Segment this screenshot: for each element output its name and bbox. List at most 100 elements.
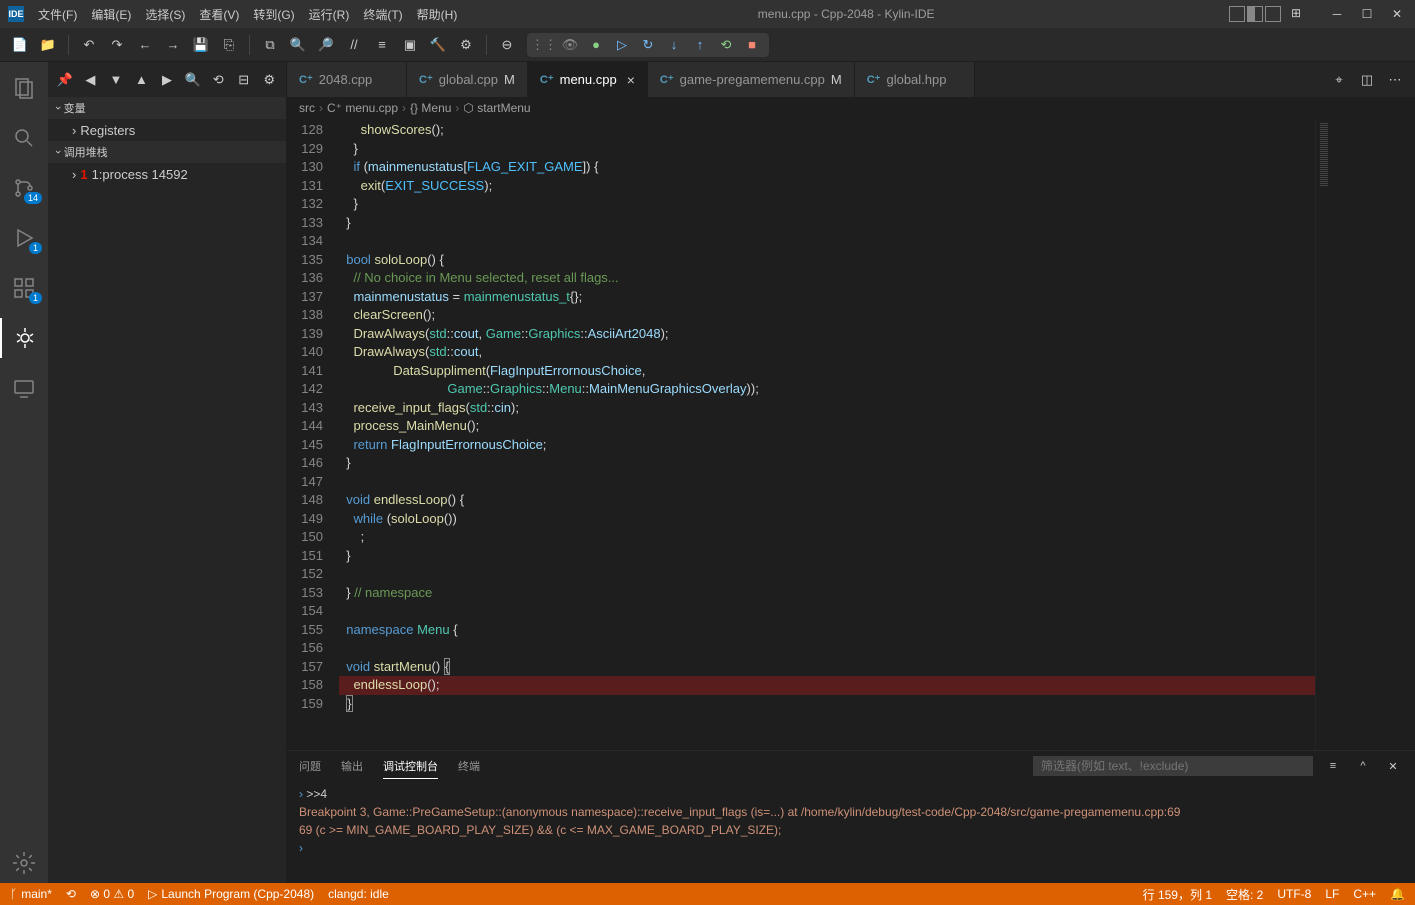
prev-icon[interactable]: ◀ <box>82 71 100 89</box>
filter-input[interactable] <box>1033 756 1313 776</box>
layout-icons[interactable]: ⊞ <box>1229 6 1307 22</box>
branch-item[interactable]: ᚴ main* <box>10 887 52 901</box>
sync-item[interactable]: ⟲ <box>66 887 76 901</box>
panel-tab[interactable]: 调试控制台 <box>383 754 438 779</box>
close-button[interactable]: ✕ <box>1387 4 1407 24</box>
play-icon[interactable]: ▷ <box>613 36 631 54</box>
comment-icon[interactable]: // <box>344 35 364 55</box>
menu-item[interactable]: 编辑(E) <box>85 4 137 25</box>
zoom-out-icon[interactable]: ⊖ <box>497 35 517 55</box>
run-debug-icon[interactable]: 1 <box>0 218 48 258</box>
minimap[interactable]: ▬▬▬▬▬▬▬▬▬▬▬▬▬▬▬▬▬▬▬▬▬▬▬▬▬▬▬▬▬▬▬▬▬▬▬▬▬▬▬▬… <box>1315 119 1415 750</box>
remote-icon[interactable] <box>0 368 48 408</box>
expand-icon[interactable]: ^ <box>1353 756 1373 776</box>
debug-view-icon[interactable] <box>0 318 48 358</box>
stop-icon[interactable]: ■ <box>743 36 761 54</box>
refresh-icon[interactable]: ⟲ <box>209 71 227 89</box>
clangd-item[interactable]: clangd: idle <box>328 887 389 901</box>
variables-section[interactable]: 变量 <box>48 97 286 119</box>
cursor-pos[interactable]: 行 159，列 1 <box>1143 886 1212 903</box>
callstack-section[interactable]: 调用堆栈 <box>48 141 286 163</box>
breadcrumb-item[interactable]: src <box>299 101 315 115</box>
lang[interactable]: C++ <box>1353 886 1376 903</box>
launch-item[interactable]: ▷ Launch Program (Cpp-2048) <box>148 887 314 901</box>
redo-icon[interactable]: ↷ <box>107 35 127 55</box>
callstack-item[interactable]: 11:process 14592 <box>48 163 286 185</box>
extensions-icon[interactable]: 1 <box>0 268 48 308</box>
eye-icon[interactable]: 👁 <box>561 36 579 54</box>
editor-tab[interactable]: C⁺global.hpp <box>855 62 975 97</box>
gear-icon[interactable]: ⚙ <box>456 35 476 55</box>
editor-tab[interactable]: C⁺game-pregamemenu.cppM <box>648 62 855 97</box>
eol[interactable]: LF <box>1325 886 1339 903</box>
build-icon[interactable]: 🔨 <box>428 35 448 55</box>
indent[interactable]: 空格: 2 <box>1226 886 1263 903</box>
nav-fwd-icon[interactable]: → <box>163 35 183 55</box>
breadcrumb-item[interactable]: {} Menu <box>410 101 451 115</box>
code[interactable]: showScores(); } if (mainmenustatus[FLAG_… <box>339 119 1315 750</box>
menu-item[interactable]: 查看(V) <box>193 4 245 25</box>
close-icon[interactable]: × <box>627 72 635 88</box>
compass-icon[interactable]: ⌖ <box>1329 70 1349 90</box>
editor-tab[interactable]: C⁺2048.cpp <box>287 62 407 97</box>
nav-back-icon[interactable]: ← <box>135 35 155 55</box>
explorer-icon[interactable] <box>0 68 48 108</box>
maximize-button[interactable]: ☐ <box>1357 4 1377 24</box>
tab-label: game-pregamemenu.cpp <box>680 72 825 87</box>
save-all-icon[interactable]: ⎘ <box>219 35 239 55</box>
settings-icon[interactable] <box>0 843 48 883</box>
menu-item[interactable]: 运行(R) <box>303 4 356 25</box>
close-panel-icon[interactable]: ✕ <box>1383 756 1403 776</box>
panel-tab[interactable]: 输出 <box>341 754 363 778</box>
panel-tab[interactable]: 终端 <box>458 754 480 778</box>
continue-icon[interactable]: ● <box>587 36 605 54</box>
more-icon[interactable]: ⋯ <box>1385 70 1405 90</box>
minimize-button[interactable]: ─ <box>1327 4 1347 24</box>
step-over-icon[interactable]: ↻ <box>639 36 657 54</box>
search-icon[interactable] <box>0 118 48 158</box>
menu-item[interactable]: 文件(F) <box>32 4 83 25</box>
app-icon: IDE <box>8 6 24 22</box>
new-file-icon[interactable]: 📄 <box>10 35 30 55</box>
menu-item[interactable]: 帮助(H) <box>411 4 464 25</box>
open-folder-icon[interactable]: 📁 <box>38 35 58 55</box>
down-icon[interactable]: ▼ <box>107 71 125 89</box>
step-out-icon[interactable]: ↑ <box>691 36 709 54</box>
terminal-icon[interactable]: ▣ <box>400 35 420 55</box>
format-icon[interactable]: ≡ <box>372 35 392 55</box>
scm-icon[interactable]: 14 <box>0 168 48 208</box>
panel-tabs: 问题输出调试控制台终端 ≡ ^ ✕ <box>287 751 1415 781</box>
replace-icon[interactable]: 🔎 <box>316 35 336 55</box>
breadcrumb-item[interactable]: ⬡ startMenu <box>463 101 530 115</box>
breadcrumb-item[interactable]: C⁺ menu.cpp <box>327 101 398 115</box>
up-icon[interactable]: ▲ <box>133 71 151 89</box>
menu-item[interactable]: 终端(T) <box>357 4 408 25</box>
editor-tab[interactable]: C⁺menu.cpp× <box>528 62 648 97</box>
debug-console[interactable]: › >>4Breakpoint 3, Game::PreGameSetup::(… <box>287 781 1415 883</box>
next-icon[interactable]: ▶ <box>158 71 176 89</box>
menu-item[interactable]: 转到(G) <box>247 4 300 25</box>
problems-item[interactable]: ⊗ 0 ⚠ 0 <box>90 887 134 901</box>
panel-tab[interactable]: 问题 <box>299 754 321 778</box>
editor-tab[interactable]: C⁺global.cppM <box>407 62 528 97</box>
list-icon[interactable]: ≡ <box>1323 756 1343 776</box>
tab-label: 2048.cpp <box>319 72 373 87</box>
undo-icon[interactable]: ↶ <box>79 35 99 55</box>
collapse-icon[interactable]: ⊟ <box>235 71 253 89</box>
menu-item[interactable]: 选择(S) <box>139 4 191 25</box>
drag-handle-icon[interactable]: ⋮⋮ <box>535 36 553 54</box>
editor-body[interactable]: 1281291301311321331341351361371381391401… <box>287 119 1415 750</box>
pin-icon[interactable]: 📌 <box>56 71 74 89</box>
gear-icon[interactable]: ⚙ <box>261 71 279 89</box>
breadcrumbs[interactable]: src›C⁺ menu.cpp›{} Menu›⬡ startMenu <box>287 97 1415 119</box>
bell-icon[interactable]: 🔔 <box>1390 886 1405 903</box>
restart-icon[interactable]: ⟲ <box>717 36 735 54</box>
variables-item[interactable]: Registers <box>48 119 286 141</box>
save-icon[interactable]: 💾 <box>191 35 211 55</box>
search-icon[interactable]: 🔍 <box>184 71 202 89</box>
split-icon[interactable]: ◫ <box>1357 70 1377 90</box>
search-icon[interactable]: 🔍 <box>288 35 308 55</box>
encoding[interactable]: UTF-8 <box>1277 886 1311 903</box>
step-into-icon[interactable]: ↓ <box>665 36 683 54</box>
copy-icon[interactable]: ⧉ <box>260 35 280 55</box>
